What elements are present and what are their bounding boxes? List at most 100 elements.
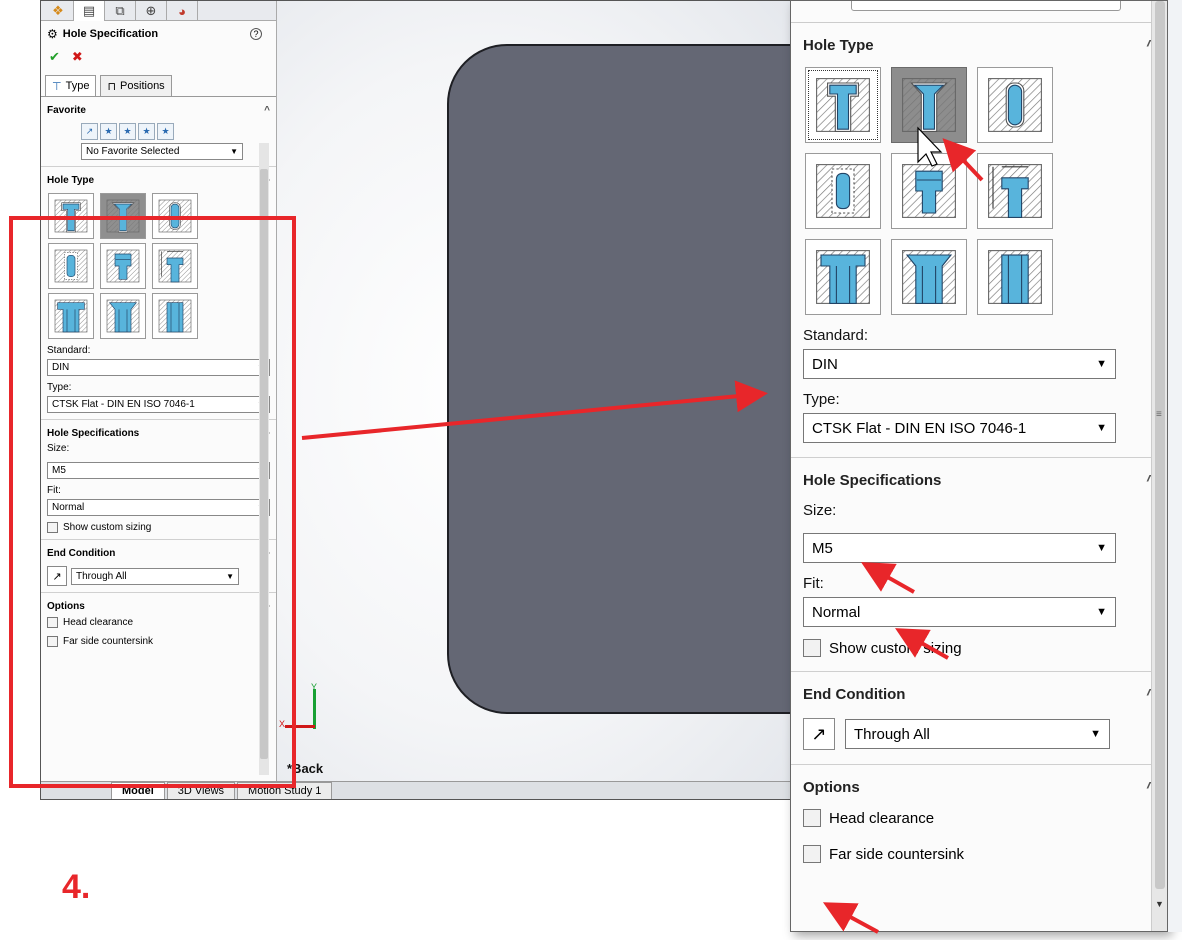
scroll-down-icon[interactable]: ▼ [1155,899,1164,909]
collapse-chevron-icon[interactable]: ^ [264,105,270,116]
zoomed-panel: Hole Type ^ Standard: DIN ▼ Type: CTSK F… [790,0,1168,932]
background-window-strip [1168,0,1182,932]
zoom-size-label: Size: [803,502,837,519]
dimxpert-tab-icon[interactable]: ⊕ [136,1,167,21]
zoom-top-field [851,1,1121,11]
zoom-end-condition-header[interactable]: End Condition ^ [803,672,1155,716]
page-title: Hole Specification [62,28,159,40]
countersink-slot-icon[interactable] [891,239,967,315]
type-tab-icon: ⊤ [52,80,62,93]
positions-tab-icon: ⊓ [107,80,117,93]
checkbox-box[interactable] [803,845,821,863]
zoom-size-value: M5 [812,539,833,557]
slot-icon[interactable] [977,239,1053,315]
checkbox-box[interactable] [803,639,821,657]
favorite-group: Favorite ^ ↗ ★ ★ ★ ★ No Favorite Selecte… [41,97,276,167]
zoom-options-header[interactable]: Options ^ [803,765,1155,809]
favorite-header-label: Favorite [47,104,86,116]
property-manager-tab-icon[interactable]: ▤ [74,1,105,21]
zoom-end-condition-group: End Condition ^ ↗ Through All ▼ [791,672,1167,765]
zoom-far-side-countersink-label: Far side countersink [829,845,965,863]
zoom-head-clearance-label: Head clearance [829,809,935,827]
tab-type[interactable]: ⊤ Type [45,75,97,96]
favorite-header[interactable]: Favorite ^ [47,101,270,119]
zoom-standard-value: DIN [812,355,838,373]
hole-type-header[interactable]: Hole Type ^ [47,171,270,189]
checkbox-box[interactable] [803,809,821,827]
zoom-end-condition-value: Through All [854,725,930,743]
graphics-viewport[interactable]: Y X *Back [277,1,799,781]
ok-cancel-row: ✔ ✖ [41,47,276,67]
save-favorite-icon[interactable]: ★ [138,123,155,140]
tapered-tap-icon[interactable] [891,153,967,229]
zoom-options-group: Options ^ Head clearance Far side counte… [791,765,1167,863]
feature-manager-tab-icon[interactable]: ❖ [43,1,74,21]
triad-y-label: Y [311,682,318,692]
step-number: 4. [62,868,91,906]
chevron-down-icon: ▼ [1096,422,1107,434]
ok-check-icon[interactable]: ✔ [49,49,60,65]
zoom-far-side-countersink-checkbox[interactable]: Far side countersink [803,845,1155,863]
zoom-head-clearance-checkbox[interactable]: Head clearance [803,809,1155,827]
zoom-type-value: CTSK Flat - DIN EN ISO 7046-1 [812,419,1027,437]
countersink-icon[interactable] [891,67,967,143]
zoom-fit-select[interactable]: Normal ▼ [803,597,1116,627]
tab-positions[interactable]: ⊓ Positions [100,75,172,96]
hole-icon[interactable] [977,67,1053,143]
zoom-standard-select[interactable]: DIN ▼ [803,349,1116,379]
delete-favorite-icon[interactable]: ★ [119,123,136,140]
cancel-x-icon[interactable]: ✖ [72,49,83,65]
zoom-type-select[interactable]: CTSK Flat - DIN EN ISO 7046-1 ▼ [803,413,1116,443]
add-favorite-icon[interactable]: ★ [100,123,117,140]
zoom-scrollbar-thumb[interactable] [1155,1,1165,889]
zoom-hole-type-header[interactable]: Hole Type ^ [803,23,1155,67]
zoom-fit-value: Normal [812,603,861,621]
zoom-top-strip [791,1,1167,23]
type-position-tabs: ⊤ Type ⊓ Positions [41,67,276,97]
zoom-standard-label: Standard: [803,327,869,344]
triad-y-axis [313,689,316,729]
zoom-custom-sizing-checkbox[interactable]: Show custom sizing [803,639,1155,657]
counterbore-icon[interactable] [805,67,881,143]
zoom-end-condition-header-label: End Condition [803,685,906,703]
load-favorite-icon[interactable]: ★ [157,123,174,140]
tab-positions-label: Positions [120,80,165,92]
zoom-scrollbar[interactable]: ≡ ▼ [1151,1,1167,931]
hole-type-header-label: Hole Type [47,174,95,186]
apply-defaults-icon[interactable]: ↗ [81,123,98,140]
zoom-hole-specs-header-label: Hole Specifications [803,471,942,489]
zoom-custom-sizing-label: Show custom sizing [829,639,962,657]
zoom-size-select[interactable]: M5 ▼ [803,533,1116,563]
counterbore-slot-icon[interactable] [805,239,881,315]
reverse-direction-icon[interactable]: ↗ [803,718,835,750]
zoom-hole-type-grid [803,67,1155,315]
manager-tabs: ❖ ▤ ⧉ ⊕ ◕ [41,1,276,21]
zoom-end-condition-row: ↗ Through All ▼ [803,718,1155,750]
display-manager-tab-icon[interactable]: ◕ [167,1,198,21]
straight-tap-icon[interactable] [805,153,881,229]
zoom-options-header-label: Options [803,778,860,796]
configuration-manager-tab-icon[interactable]: ⧉ [105,1,136,21]
zoom-hole-type-group: Hole Type ^ Standard: DIN ▼ Type: CTSK F… [791,23,1167,458]
zoom-hole-type-header-label: Hole Type [803,36,874,54]
zoom-fit-label: Fit: [803,575,824,592]
pm-title-row: ⚙ Hole Specification ? [41,21,276,47]
legacy-hole-icon[interactable] [977,153,1053,229]
hole-wizard-icon: ⚙ [47,27,58,41]
favorite-select[interactable]: No Favorite Selected ▼ [81,143,243,160]
chevron-down-icon: ▼ [1096,358,1107,370]
chevron-down-icon: ▼ [1090,728,1101,740]
favorite-icons: ↗ ★ ★ ★ ★ [47,123,270,140]
chevron-down-icon: ▼ [1096,542,1107,554]
zoom-hole-specs-header[interactable]: Hole Specifications ^ [803,458,1155,502]
zoom-end-condition-select[interactable]: Through All ▼ [845,719,1110,749]
tab-type-label: Type [65,80,90,92]
highlight-frame [9,216,296,788]
part-body[interactable] [447,44,799,714]
zoom-type-label: Type: [803,391,840,408]
chevron-down-icon: ▼ [230,147,238,156]
favorite-select-value: No Favorite Selected [86,146,180,157]
scroll-grip-icon: ≡ [1156,409,1162,420]
chevron-down-icon: ▼ [1096,606,1107,618]
help-icon[interactable]: ? [250,28,262,40]
